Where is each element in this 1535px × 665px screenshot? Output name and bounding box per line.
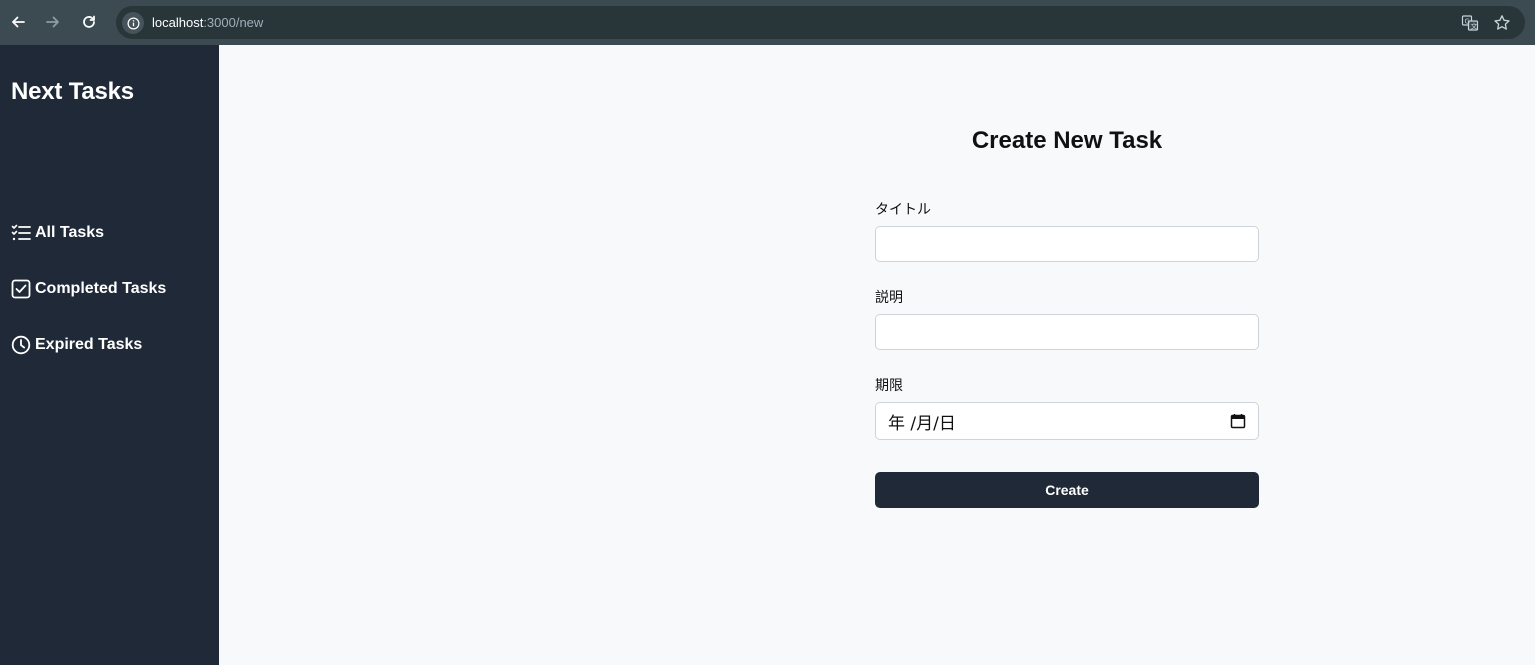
back-button[interactable]: [8, 12, 28, 32]
translate-icon[interactable]: G 文: [1461, 14, 1479, 32]
list-check-icon: [11, 223, 31, 243]
arrow-right-icon: [46, 16, 59, 28]
bookmark-star-icon[interactable]: [1493, 14, 1511, 32]
address-bar[interactable]: localhost:3000/new G 文: [116, 6, 1525, 39]
site-info-button[interactable]: [122, 12, 144, 34]
sidebar-item-expired-tasks[interactable]: Expired Tasks: [11, 335, 142, 355]
svg-text:文: 文: [1471, 22, 1478, 31]
url-text: localhost:3000/new: [152, 15, 263, 30]
description-label: 説明: [875, 290, 903, 306]
arrow-left-icon: [12, 16, 25, 28]
sidebar-item-completed-tasks[interactable]: Completed Tasks: [11, 279, 166, 299]
sidebar-item-label: Completed Tasks: [35, 280, 167, 297]
checkbox-icon: [11, 279, 31, 299]
clock-icon: [11, 335, 31, 355]
url-host: localhost: [152, 15, 204, 30]
title-input[interactable]: [875, 226, 1259, 262]
sidebar-item-label: Expired Tasks: [35, 336, 143, 353]
info-icon: [127, 17, 139, 29]
deadline-label: 期限: [875, 378, 903, 394]
calendar-icon[interactable]: [1230, 413, 1246, 429]
url-path: :3000/new: [203, 15, 264, 30]
sidebar-item-all-tasks[interactable]: All Tasks: [11, 223, 104, 243]
brand-title[interactable]: Next Tasks: [11, 78, 134, 106]
main-content: Create New Task タイトル 説明 期限 年 /月/日 Create: [219, 45, 1535, 665]
title-label: タイトル: [875, 202, 931, 218]
page-title: Create New Task: [971, 127, 1163, 154]
create-button[interactable]: Create: [875, 472, 1259, 508]
svg-text:G: G: [1465, 18, 1470, 26]
browser-toolbar: localhost:3000/new G 文: [0, 0, 1535, 45]
forward-button[interactable]: [43, 12, 63, 32]
sidebar: Next Tasks All Tasks Completed Tasks Exp…: [0, 45, 219, 665]
reload-icon: [83, 15, 95, 28]
sidebar-item-label: All Tasks: [35, 224, 105, 241]
deadline-date-input[interactable]: 年 /月/日: [875, 402, 1259, 440]
description-input[interactable]: [875, 314, 1259, 350]
reload-button[interactable]: [79, 12, 99, 32]
date-placeholder: 年 /月/日: [888, 413, 956, 434]
